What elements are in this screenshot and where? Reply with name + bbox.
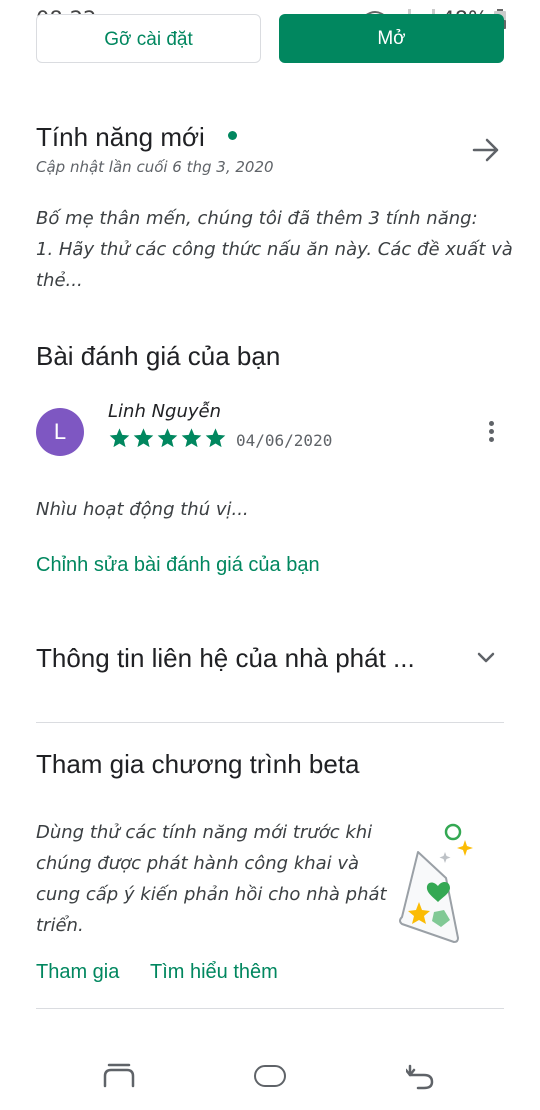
review-date: 04/06/2020 (236, 431, 333, 450)
back-icon[interactable] (406, 1060, 436, 1090)
home-icon[interactable] (254, 1065, 286, 1087)
whats-new-line-3: thẻ... (36, 270, 83, 291)
developer-contact-title: Thông tin liên hệ của nhà phát ... (36, 643, 415, 673)
learn-more-link[interactable]: Tìm hiểu thêm (150, 961, 278, 984)
divider (36, 722, 504, 723)
avatar: L (36, 408, 84, 456)
beta-line-3: cung cấp ý kiến phản hồi cho nhà phát (36, 884, 387, 905)
review-text: Nhìu hoạt động thú vị... (36, 499, 249, 520)
reviewer-name: Linh Nguyễn (108, 401, 222, 422)
new-indicator-dot (228, 131, 237, 140)
beta-line-4: triển. (36, 915, 84, 936)
open-button-label: Mở (377, 28, 406, 49)
star-icon (133, 428, 154, 448)
star-icon (157, 428, 178, 448)
your-review-title: Bài đánh giá của bạn (36, 341, 281, 371)
whats-new-title: Tính năng mới (36, 122, 205, 152)
open-button[interactable]: Mở (279, 14, 504, 63)
whats-new-line-1: Bố mẹ thân mến, chúng tôi đã thêm 3 tính… (36, 208, 478, 229)
star-icon (109, 428, 130, 448)
star-rating (108, 427, 227, 449)
flask-illustration (399, 823, 473, 943)
whats-new-line-2: 1. Hãy thử các công thức nấu ăn này. Các… (36, 239, 513, 260)
more-vert-icon[interactable] (481, 421, 501, 445)
chevron-down-icon (477, 652, 495, 663)
star-icon (181, 428, 202, 448)
edit-review-link[interactable]: Chỉnh sửa bài đánh giá của bạn (36, 554, 320, 577)
uninstall-button[interactable]: Gỡ cài đặt (36, 14, 261, 63)
join-beta-link[interactable]: Tham gia (36, 961, 119, 984)
recent-apps-icon[interactable] (103, 1062, 135, 1088)
divider (36, 1008, 504, 1009)
arrow-right-icon[interactable] (470, 134, 502, 166)
beta-line-1: Dùng thử các tính năng mới trước khi (36, 822, 373, 843)
star-icon (205, 428, 226, 448)
beta-title: Tham gia chương trình beta (36, 749, 360, 779)
beta-line-2: chúng được phát hành công khai và (36, 853, 360, 874)
uninstall-button-label: Gỡ cài đặt (104, 29, 193, 50)
whats-new-updated: Cập nhật lần cuối 6 thg 3, 2020 (36, 158, 274, 176)
